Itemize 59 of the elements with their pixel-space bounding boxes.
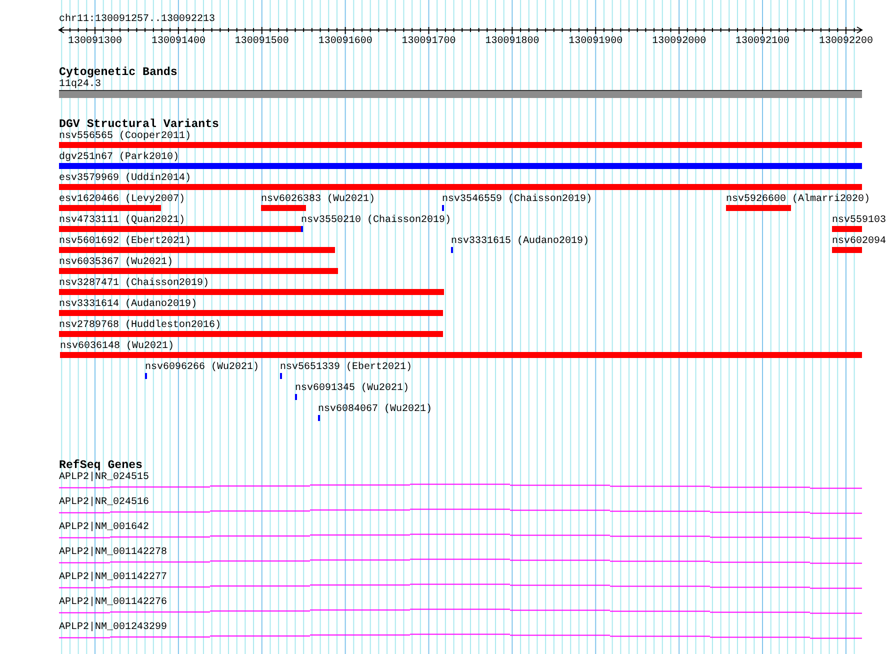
variant-label[interactable]: nsv3546559 (Chaisson2019) (442, 194, 592, 205)
ruler-tick-label: 130091300 (68, 36, 122, 47)
variant-bar[interactable] (59, 163, 862, 169)
variant-label[interactable]: nsv4733111 (Quan2021) (59, 215, 186, 226)
transcript-label[interactable]: APLP2|NM_001243299 (59, 622, 168, 633)
variant-label[interactable]: nsv3287471 (Chaisson2019) (59, 278, 210, 289)
variant-label[interactable]: nsv5601692 (Ebert2021) (59, 236, 192, 247)
variant-label[interactable]: nsv3331615 (Audano2019) (451, 236, 590, 247)
ruler-tick-label: 130091800 (485, 36, 540, 47)
transcript-label[interactable]: APLP2|NR_024516 (59, 497, 150, 508)
ruler-tick-label: 130092000 (652, 36, 706, 47)
transcript-label[interactable]: APLP2|NM_001142276 (59, 597, 168, 608)
variant-label[interactable]: nsv6096266 (Wu2021) (145, 362, 260, 373)
variant-bar[interactable] (59, 331, 443, 337)
transcript-label[interactable]: APLP2|NM_001142277 (59, 572, 168, 583)
variant-label[interactable]: nsv5651339 (Ebert2021) (280, 362, 412, 373)
variant-bar[interactable] (832, 226, 862, 232)
variant-label[interactable]: nsv3331614 (Audano2019) (59, 299, 198, 310)
ruler-tick-label: 130091500 (234, 36, 289, 47)
transcript-label[interactable]: APLP2|NM_001142278 (59, 547, 168, 558)
track-title: RefSeq Genes (59, 460, 142, 472)
variant-label[interactable]: esv3579969 (Uddin2014) (59, 173, 192, 184)
variant-label[interactable]: nsv6035367 (Wu2021) (59, 257, 174, 268)
track-title: DGV Structural Variants (59, 119, 220, 131)
ruler-tick-label: 130092200 (818, 36, 873, 47)
variant-label[interactable]: nsv6026383 (Wu2021) (261, 194, 376, 205)
variant-bar[interactable] (59, 184, 862, 190)
variant-bar[interactable] (832, 247, 862, 253)
variant-label[interactable]: nsv6036148 (Wu2021) (60, 341, 174, 352)
ruler-tick-label: 130091600 (318, 36, 372, 47)
variant-label[interactable]: nsv559103 (832, 215, 886, 226)
variant-bar[interactable] (59, 268, 338, 274)
variant-label[interactable]: nsv2789768 (Huddleston2016) (59, 320, 222, 331)
variant-label[interactable]: nsv602094 (832, 236, 886, 247)
ruler-tick-label: 130092100 (736, 36, 790, 47)
variant-label[interactable]: esv1620466 (Levy2007) (59, 194, 186, 205)
variant-label[interactable]: nsv3550210 (Chaisson2019) (301, 215, 452, 226)
variant-bar[interactable] (59, 226, 301, 232)
location-label: chr11:130091257..130092213 (59, 14, 216, 26)
ruler-tick-label: 130091900 (568, 36, 623, 47)
transcript-label[interactable]: APLP2|NM_001642 (59, 522, 150, 533)
variant-label[interactable]: nsv6091345 (Wu2021) (295, 383, 410, 394)
variant-bar[interactable] (60, 352, 862, 358)
variant-bar[interactable] (59, 247, 335, 253)
variant-label[interactable]: nsv556565 (Cooper2011) (59, 131, 192, 142)
variant-label[interactable]: nsv5926600 (Almarri2020) (726, 194, 870, 205)
variant-bar[interactable] (59, 205, 161, 211)
variant-bar[interactable] (59, 289, 444, 295)
track-title: Cytogenetic Bands (59, 67, 178, 79)
ruler-tick-label: 130091700 (402, 36, 456, 47)
ruler-tick-label: 130091400 (151, 36, 206, 47)
variant-bar[interactable] (726, 205, 791, 211)
transcript-label[interactable]: APLP2|NR_024515 (59, 472, 150, 483)
band-label: 11q24.3 (59, 79, 102, 90)
variant-bar[interactable] (59, 142, 862, 148)
variant-label[interactable]: nsv6084067 (Wu2021) (318, 404, 432, 415)
variant-label[interactable]: dgv251n67 (Park2010) (59, 152, 180, 163)
variant-bar[interactable] (59, 310, 443, 316)
variant-bar[interactable] (261, 205, 306, 211)
